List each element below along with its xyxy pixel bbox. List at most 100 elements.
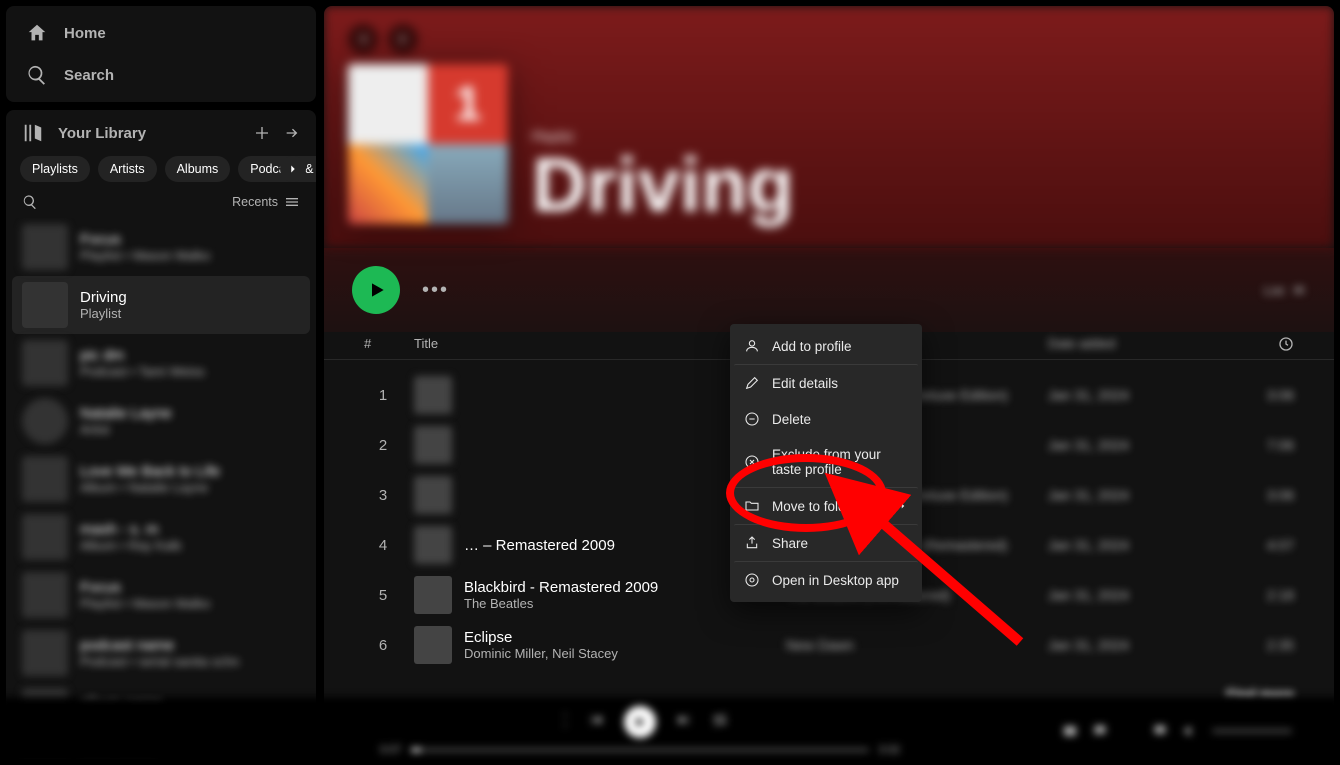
ctx-delete-label: Delete (772, 412, 811, 427)
track-album: New Dawn (786, 637, 1036, 653)
library-label: Your Library (58, 125, 146, 142)
sidebar-top-panel: Home Search (6, 6, 316, 102)
library-item[interactable]: Focus Playlist • Mason Malko (12, 566, 310, 624)
track-number: 1 (364, 387, 402, 404)
plus-icon[interactable] (254, 125, 270, 141)
skip-forward-icon (676, 712, 692, 728)
library-filter-chips: Playlists Artists Albums Podcasts & Show… (6, 156, 316, 190)
chip-playlists[interactable]: Playlists (20, 156, 90, 182)
track-date: Jan 31, 2024 (1048, 487, 1222, 503)
playlist-hero: 1 Playlist Driving (324, 6, 1334, 248)
ctx-move-to-folder[interactable]: Move to folder (734, 487, 918, 524)
library-item[interactable]: pic dm Podcast • Tami Weiss (12, 334, 310, 392)
ctx-exclude-label: Exclude from your taste profile (772, 447, 908, 477)
next-button[interactable] (676, 712, 692, 733)
library-sort[interactable]: Recents (232, 194, 300, 210)
play-pause-button[interactable] (624, 706, 656, 738)
hero-title: Driving (532, 148, 794, 224)
caret-right-icon (898, 501, 908, 511)
fullscreen-icon[interactable] (1306, 723, 1322, 739)
profile-icon (744, 338, 760, 354)
search-icon (26, 64, 48, 86)
share-icon (744, 535, 760, 551)
context-menu: Add to profile Edit details Delete Exclu… (730, 324, 922, 602)
prev-button[interactable] (588, 712, 604, 733)
chip-artists[interactable]: Artists (98, 156, 157, 182)
library-item-sub: Playlist (80, 306, 127, 321)
nav-search-label: Search (64, 67, 114, 84)
pencil-icon (744, 375, 760, 391)
library-item-title: Focus (80, 231, 210, 248)
col-date: Date added (1048, 336, 1222, 355)
volume-bar[interactable] (1212, 729, 1292, 733)
track-thumb (414, 476, 452, 514)
home-icon (26, 22, 48, 44)
library-item[interactable]: Driving Playlist (12, 276, 310, 334)
library-item[interactable]: Focus Playlist • Mason Malko (12, 218, 310, 276)
chevron-left-icon (355, 31, 371, 47)
library-item[interactable]: podcast name Podcast • serial sanita sch… (12, 624, 310, 682)
now-playing-view-icon[interactable] (1062, 723, 1078, 739)
view-toggle[interactable]: List (1264, 283, 1306, 298)
track-number: 3 (364, 487, 402, 504)
progress-bar[interactable] (411, 748, 868, 752)
chevron-right-icon (286, 162, 300, 176)
desktop-icon (744, 572, 760, 588)
playlist-action-bar: ••• List (324, 248, 1334, 332)
track-number: 6 (364, 637, 402, 654)
shuffle-button[interactable] (552, 712, 568, 733)
library-sort-label: Recents (232, 195, 278, 209)
minus-circle-icon (744, 411, 760, 427)
library-header[interactable]: Your Library (22, 122, 146, 144)
hero-type: Playlist (532, 129, 794, 144)
library-item-title: Driving (80, 289, 127, 306)
library-item-title: Focus (80, 579, 210, 596)
lyrics-icon[interactable] (1092, 723, 1108, 739)
volume-icon[interactable] (1182, 723, 1198, 739)
nav-back-button[interactable] (348, 24, 378, 54)
nav-search[interactable]: Search (6, 54, 316, 96)
shuffle-icon (552, 712, 568, 728)
chips-next-button[interactable] (280, 156, 306, 182)
library-item-thumb (22, 456, 68, 502)
nav-forward-button[interactable] (388, 24, 418, 54)
arrow-right-icon[interactable] (284, 125, 300, 141)
track-thumb (414, 526, 452, 564)
play-button[interactable] (352, 266, 400, 314)
library-item[interactable]: Natalie Layne Artist (12, 392, 310, 450)
ctx-delete[interactable]: Delete (734, 401, 918, 437)
chevron-right-icon (395, 31, 411, 47)
chip-albums[interactable]: Albums (165, 156, 231, 182)
queue-icon[interactable] (1122, 723, 1138, 739)
nav-home-label: Home (64, 25, 106, 42)
repeat-button[interactable] (712, 712, 728, 733)
track-date: Jan 31, 2024 (1048, 437, 1222, 453)
nav-home[interactable]: Home (6, 12, 316, 54)
track-date: Jan 31, 2024 (1048, 587, 1222, 603)
ctx-add-to-profile[interactable]: Add to profile (734, 328, 918, 364)
library-list: Focus Playlist • Mason Malko Driving Pla… (6, 218, 316, 759)
more-options-button[interactable]: ••• (422, 279, 449, 302)
track-duration: 7:06 (1234, 437, 1294, 453)
library-item[interactable]: Love Me Back to Life Album • Natalie Lay… (12, 450, 310, 508)
library-item-sub: Playlist • Mason Malko (80, 596, 210, 611)
ctx-exclude[interactable]: Exclude from your taste profile (734, 437, 918, 487)
ctx-share[interactable]: Share (734, 524, 918, 561)
track-row[interactable]: 6 Eclipse Dominic Miller, Neil Stacey Ne… (354, 620, 1304, 670)
library-item-sub: Podcast • Tami Weiss (80, 364, 205, 379)
ctx-open-desktop-label: Open in Desktop app (772, 573, 899, 588)
devices-icon[interactable] (1152, 723, 1168, 739)
track-title: Blackbird - Remastered 2009 (464, 579, 658, 596)
ctx-move-to-folder-label: Move to folder (772, 499, 858, 514)
ctx-edit-details[interactable]: Edit details (734, 364, 918, 401)
library-item-sub: Artist (80, 422, 172, 437)
search-in-library-icon[interactable] (22, 194, 38, 210)
playlist-cover[interactable]: 1 (348, 64, 508, 224)
track-duration: 3:06 (1234, 387, 1294, 403)
library-item-title: mash - s. m (80, 521, 181, 538)
track-title: Eclipse (464, 629, 618, 646)
ctx-open-desktop[interactable]: Open in Desktop app (734, 561, 918, 598)
track-thumb (414, 626, 452, 664)
library-item[interactable]: mash - s. m Album • Ray Kalb (12, 508, 310, 566)
track-number: 4 (364, 537, 402, 554)
